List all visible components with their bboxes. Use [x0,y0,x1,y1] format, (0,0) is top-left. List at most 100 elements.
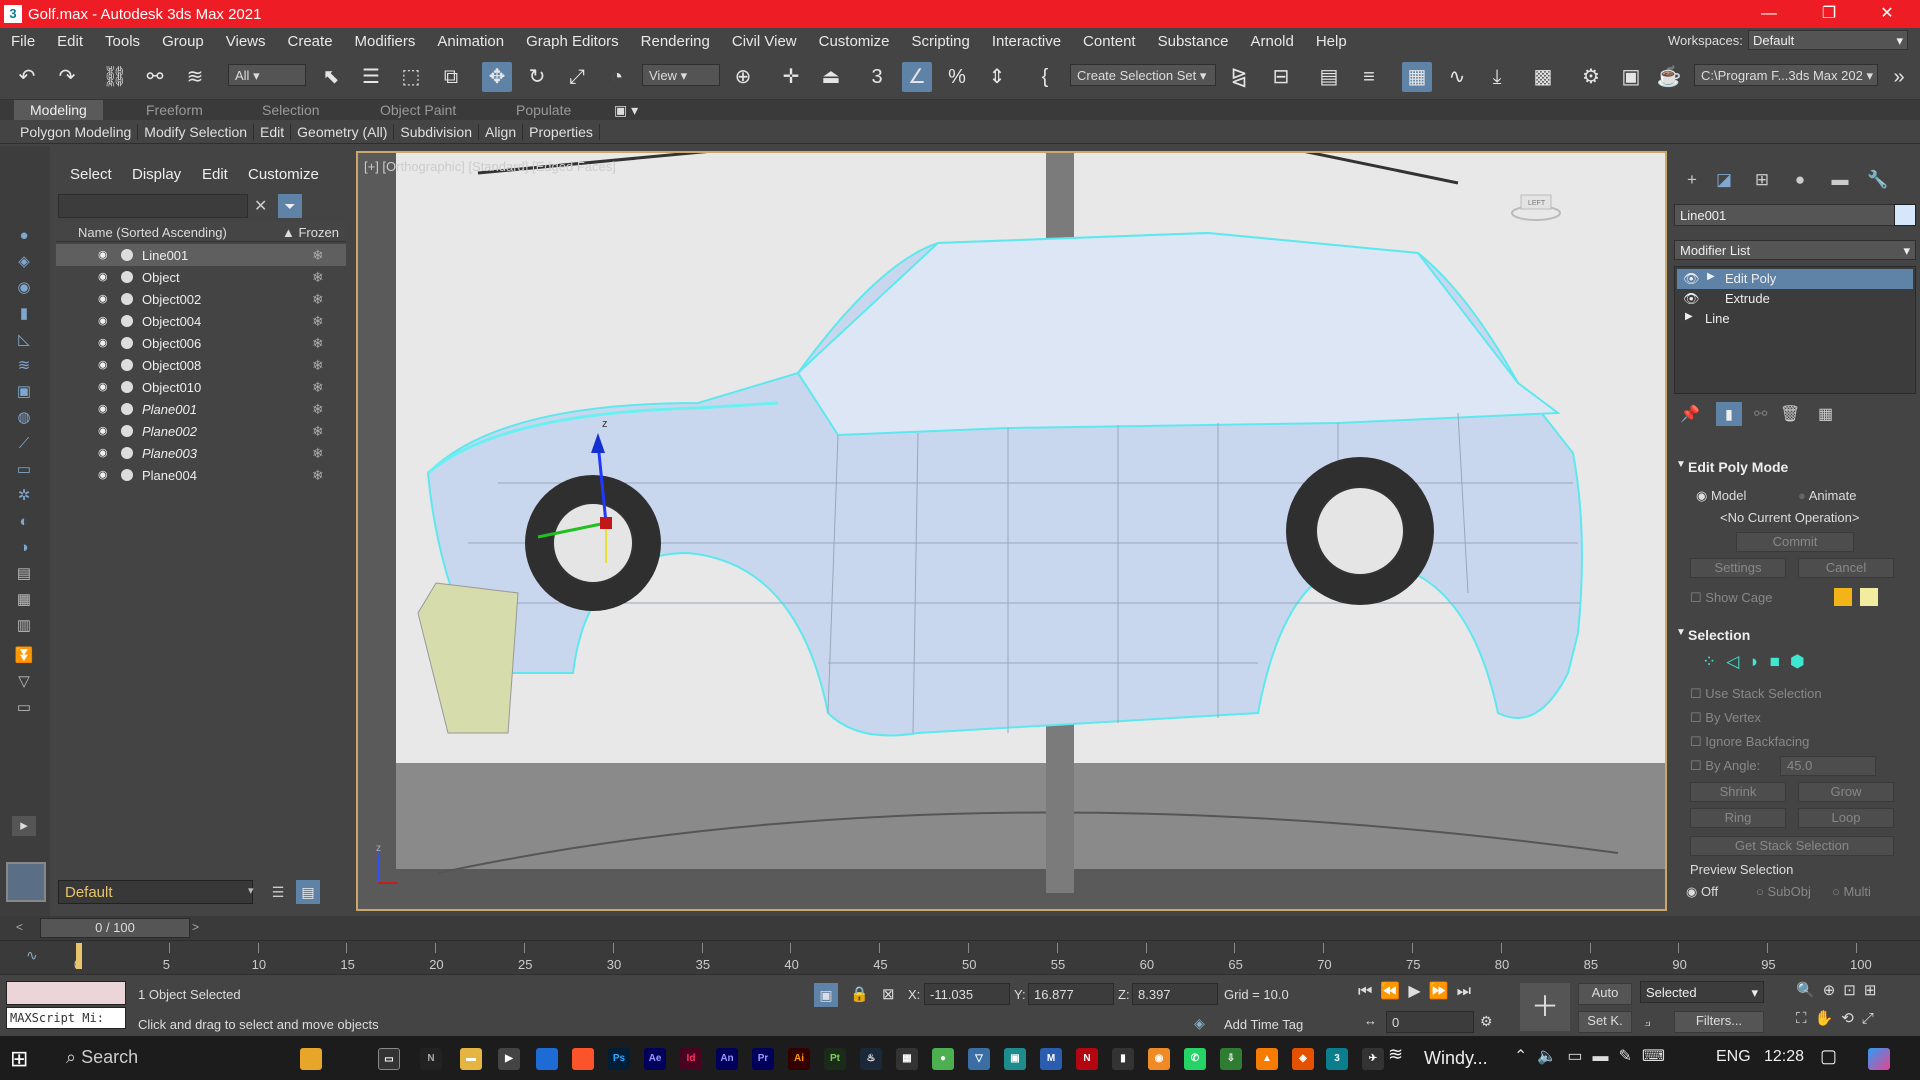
layer-dropdown[interactable]: Default [58,880,253,904]
stack-item-line[interactable]: ▶ Line [1677,309,1913,329]
by-vertex-checkbox[interactable]: ☐ By Vertex [1690,710,1761,726]
key-mode-icon[interactable]: ↔ [1364,1013,1377,1028]
panel-polygon-modeling[interactable]: Polygon Modeling [14,123,139,140]
reference-coordinate-dropdown[interactable]: View ▾ [642,64,720,86]
cancel-button[interactable]: Cancel [1798,558,1894,578]
menu-interactive[interactable]: Interactive [981,33,1072,50]
time-tag-icon[interactable]: ◈ [1194,1015,1216,1035]
gizmo-center[interactable] [600,517,612,529]
render-setup-icon[interactable]: ⚙ [1576,62,1606,92]
display-groups-icon[interactable]: ▣ [14,382,34,402]
display-particles-icon[interactable]: ✲ [14,486,34,506]
blender-icon[interactable]: ◉ [1148,1048,1170,1070]
panel-geometry-all[interactable]: Geometry (All) [291,123,395,140]
percent-snap-icon[interactable]: % [942,62,972,92]
menu-edit[interactable]: Edit [46,33,94,50]
toggle-ribbon-icon[interactable]: ▦ [1402,62,1432,92]
set-key-icon[interactable]: ＋ [1520,983,1570,1031]
settings-button[interactable]: Settings [1690,558,1786,578]
add-time-tag[interactable]: Add Time Tag [1224,1017,1303,1032]
display-bones-icon[interactable]: ⟋ [14,434,34,454]
expand-panel-icon[interactable]: ▸ [12,816,36,836]
y-coordinate-field[interactable]: 16.877 [1028,983,1114,1005]
scene-row[interactable]: ◉ Plane004 ❄ [56,464,346,486]
radio-preview-multi[interactable]: ○ Multi [1832,884,1871,899]
workspaces-dropdown[interactable]: Default ▾ [1748,30,1908,50]
app-icon-grid[interactable]: ▦ [896,1048,918,1070]
brave-browser-icon[interactable] [572,1048,594,1070]
subobject-level-icons[interactable]: ⁘◁◗■⬢ [1702,652,1815,672]
display-helpers-icon[interactable]: ◺ [14,330,34,350]
loop-button[interactable]: Loop [1798,808,1894,828]
zoom-all-icon[interactable]: ⊕ [1823,982,1844,999]
frozen-toggle-icon[interactable]: ❄ [312,291,324,308]
app-icon-m[interactable]: M [1040,1048,1062,1070]
project-path-dropdown[interactable]: C:\Program F...3ds Max 202 ▾ [1694,64,1878,86]
file-explorer-icon[interactable]: ▬ [460,1048,482,1070]
scale-icon[interactable]: ⤢ [562,62,592,92]
app-icon-v[interactable]: ▽ [968,1048,990,1070]
cage-color-swatch[interactable] [1834,588,1852,606]
panel-edit[interactable]: Edit [254,123,292,140]
animate-icon[interactable]: An [716,1048,738,1070]
clear-search-icon[interactable]: ✕ [254,196,267,216]
taskbar-search[interactable]: ⌕ Search [56,1042,286,1074]
hierarchy-panel-icon[interactable]: ⊞ [1750,168,1774,192]
app-icon-bird[interactable]: ✈ [1362,1048,1384,1070]
utilities-panel-icon[interactable]: 🔧 [1866,168,1890,192]
maxscript-mini-listener[interactable]: MAXScript Mi: [6,1007,126,1029]
visibility-eye-icon[interactable]: ◉ [98,314,112,328]
frozen-toggle-icon[interactable]: ❄ [312,445,324,462]
menu-modifiers[interactable]: Modifiers [344,33,427,50]
menu-help[interactable]: Help [1305,33,1358,50]
frozen-toggle-icon[interactable]: ❄ [312,335,324,352]
indesign-icon[interactable]: Id [680,1048,702,1070]
page-icon[interactable]: ▥ [14,616,34,636]
x-coordinate-field[interactable]: -11.035 [924,983,1010,1005]
scene-row[interactable]: ◉ Object ❄ [56,266,346,288]
close-button[interactable]: ✕ [1864,0,1910,28]
expand-arrow-icon[interactable]: ▶ [1685,311,1693,322]
scene-menu-display[interactable]: Display [132,166,181,183]
scene-search-input[interactable] [58,194,248,218]
frozen-toggle-icon[interactable]: ❄ [312,423,324,440]
next-key-icon[interactable]: ⏩ [1429,983,1457,1000]
angle-snap-icon[interactable]: ∠ [902,62,932,92]
display-xrefs-icon[interactable]: ◍ [14,408,34,428]
steam-icon[interactable]: ♨ [860,1048,882,1070]
app-icon-film[interactable]: ▮ [1112,1048,1134,1070]
grow-button[interactable]: Grow [1798,782,1894,802]
visibility-eye-icon[interactable]: ◉ [98,292,112,306]
visibility-eye-icon[interactable]: ◉ [98,468,112,482]
rect-selection-icon[interactable]: ⬚ [396,62,426,92]
use-stack-selection-checkbox[interactable]: ☐ Use Stack Selection [1690,686,1822,702]
scene-row[interactable]: ◉ Object002 ❄ [56,288,346,310]
frozen-toggle-icon[interactable]: ❄ [312,467,324,484]
rollout-selection[interactable]: ▼ Selection [1674,626,1916,646]
visibility-eye-icon[interactable]: ◉ [98,446,112,460]
scene-menu-customize[interactable]: Customize [248,166,319,183]
media-player-icon[interactable]: ▶ [498,1048,520,1070]
frozen-toggle-icon[interactable]: ❄ [312,313,324,330]
panel-align[interactable]: Align [479,123,524,140]
modifier-list-dropdown[interactable]: Modifier List ▾ [1674,240,1916,260]
vlc-icon[interactable]: ▲ [1256,1048,1278,1070]
premiere-icon[interactable]: Pr [752,1048,774,1070]
menu-group[interactable]: Group [151,33,215,50]
display-containers-icon[interactable]: ▭ [14,460,34,480]
previous-frame-icon[interactable]: < [16,920,23,934]
maxscript-listener-top[interactable] [6,981,126,1005]
rollout-edit-poly-mode[interactable]: ▼ Edit Poly Mode [1674,458,1916,478]
panel-properties[interactable]: Properties [523,123,600,140]
visibility-eye-icon[interactable]: ◉ [98,402,112,416]
collapse-arrow-icon[interactable]: ▼ [1676,627,1686,638]
zoom-extents-icon[interactable]: ⊡ [1843,982,1864,999]
eye-icon[interactable]: 👁 [1683,291,1700,307]
display-geometry-icon[interactable]: ● [14,226,34,246]
shrink-button[interactable]: Shrink [1690,782,1786,802]
by-angle-checkbox[interactable]: ☐ By Angle: [1690,758,1760,774]
menu-animation[interactable]: Animation [426,33,515,50]
frozen-toggle-icon[interactable]: ❄ [312,357,324,374]
place-icon[interactable]: ◔ [602,62,632,92]
app-icon-n[interactable]: N [420,1048,442,1070]
